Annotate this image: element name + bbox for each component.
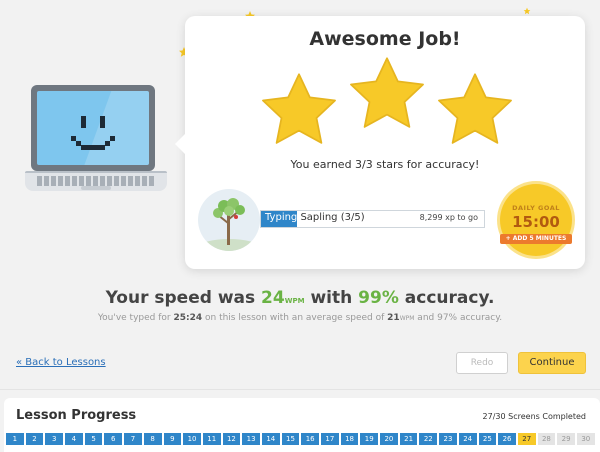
back-to-lessons-link[interactable]: « Back to Lessons xyxy=(16,357,106,368)
screen-cell-30: 30 xyxy=(576,433,595,445)
accuracy-suffix: accuracy. xyxy=(398,288,495,308)
keyboard-keys xyxy=(37,176,155,186)
stars-earned xyxy=(257,52,517,162)
screen-cell-23[interactable]: 23 xyxy=(439,433,457,445)
laptop-screen xyxy=(37,91,149,165)
star-icon xyxy=(438,73,512,144)
add-5-minutes-button[interactable]: + ADD 5 MINUTES xyxy=(500,234,572,244)
screen-cell-3[interactable]: 3 xyxy=(45,433,64,445)
card-pointer xyxy=(175,134,185,154)
screen-cell-16[interactable]: 16 xyxy=(301,433,319,445)
star-icon xyxy=(350,57,424,128)
screen-cell-6[interactable]: 6 xyxy=(104,433,123,445)
star-icon xyxy=(262,73,336,144)
average-accuracy: 97% xyxy=(437,313,458,323)
laptop-keyboard xyxy=(25,171,167,191)
speed-value: 24 xyxy=(261,288,285,308)
accuracy-value: 99% xyxy=(358,288,399,308)
speed-prefix: Your speed was xyxy=(105,288,262,308)
sapling-tree-icon xyxy=(198,189,260,251)
redo-button[interactable]: Redo xyxy=(456,352,508,374)
screen-cell-21[interactable]: 21 xyxy=(399,433,418,445)
screen-cell-27[interactable]: 27 xyxy=(517,433,536,445)
screen-navigation: 1 2 3 4 5 6 7 8 9 10 11 12 13 14 15 16 17 18 19 20 21 22 23 24 2… xyxy=(6,433,600,447)
screen-cell-20[interactable]: 20 xyxy=(380,433,398,445)
daily-goal-label: DAILY GOAL xyxy=(512,204,560,212)
screen-cell-19[interactable]: 19 xyxy=(360,433,379,445)
laptop-mascot xyxy=(25,85,167,200)
screen-cell-17[interactable]: 17 xyxy=(321,433,339,445)
screen-cell-13[interactable]: 13 xyxy=(242,433,260,445)
screen-cell-22[interactable]: 22 xyxy=(419,433,438,445)
screen-cell-11[interactable]: 11 xyxy=(202,433,221,445)
lesson-stats: You've typed for 25:24 on this lesson wi… xyxy=(0,313,600,323)
result-card: Awesome Job! You earned 3/3 stars for ac… xyxy=(175,16,585,269)
smiley-face-icon xyxy=(71,116,115,150)
stats-prefix: You've typed for xyxy=(97,313,174,323)
level-label-rest: Sapling (3/5) xyxy=(297,212,365,223)
continue-button[interactable]: Continue xyxy=(518,352,586,374)
screen-cell-26[interactable]: 26 xyxy=(498,433,516,445)
speed-summary: Your speed was 24WPM with 99% accuracy. xyxy=(0,288,600,308)
screen-cell-8[interactable]: 8 xyxy=(143,433,162,445)
screen-cell-9[interactable]: 9 xyxy=(163,433,182,445)
speed-mid: with xyxy=(304,288,359,308)
level-label-highlight: Typing xyxy=(265,212,298,223)
result-title: Awesome Job! xyxy=(309,28,461,50)
screen-cell-1[interactable]: 1 xyxy=(6,433,24,445)
stats-mid: on this lesson with an average speed of xyxy=(202,313,388,323)
daily-goal-badge: DAILY GOAL 15:00 + ADD 5 MINUTES xyxy=(500,184,572,256)
lesson-complete-screen: Awesome Job! You earned 3/3 stars for ac… xyxy=(0,0,600,452)
screens-completed-count: 27/30 Screens Completed xyxy=(482,412,586,421)
laptop-screen-frame xyxy=(31,85,155,171)
screen-cell-29: 29 xyxy=(557,433,575,445)
xp-progress-bar: Typing Sapling (3/5) 8,299 xp to go xyxy=(260,210,485,228)
screen-cell-24[interactable]: 24 xyxy=(458,433,477,445)
xp-to-go: 8,299 xp to go xyxy=(419,213,478,222)
trackpad xyxy=(81,186,111,190)
screen-cell-15[interactable]: 15 xyxy=(281,433,300,445)
accuracy-message: You earned 3/3 stars for accuracy! xyxy=(290,158,480,171)
time-typed: 25:24 xyxy=(173,313,203,323)
stats-mid2: and xyxy=(414,313,438,323)
screen-cell-5[interactable]: 5 xyxy=(84,433,103,445)
screen-cell-25[interactable]: 25 xyxy=(478,433,497,445)
screen-cell-4[interactable]: 4 xyxy=(65,433,83,445)
lesson-progress-panel: Lesson Progress 27/30 Screens Completed … xyxy=(4,398,600,452)
stats-suffix: accuracy. xyxy=(457,313,503,323)
average-speed-unit: WPM xyxy=(399,315,415,322)
average-speed: 21 xyxy=(387,313,400,323)
divider xyxy=(0,389,600,390)
level-label: Typing Sapling (3/5) xyxy=(265,212,365,223)
star-icon xyxy=(523,7,531,15)
screen-cell-28: 28 xyxy=(537,433,556,445)
screen-cell-10[interactable]: 10 xyxy=(183,433,201,445)
screen-cell-7[interactable]: 7 xyxy=(124,433,142,445)
screen-cell-12[interactable]: 12 xyxy=(222,433,241,445)
speed-unit: WPM xyxy=(284,297,305,305)
screen-cell-2[interactable]: 2 xyxy=(25,433,44,445)
screen-cell-18[interactable]: 18 xyxy=(340,433,359,445)
tree-illustration xyxy=(199,198,259,251)
screen-cell-14[interactable]: 14 xyxy=(261,433,280,445)
lesson-progress-title: Lesson Progress xyxy=(16,408,137,423)
daily-goal-time: 15:00 xyxy=(512,213,560,231)
